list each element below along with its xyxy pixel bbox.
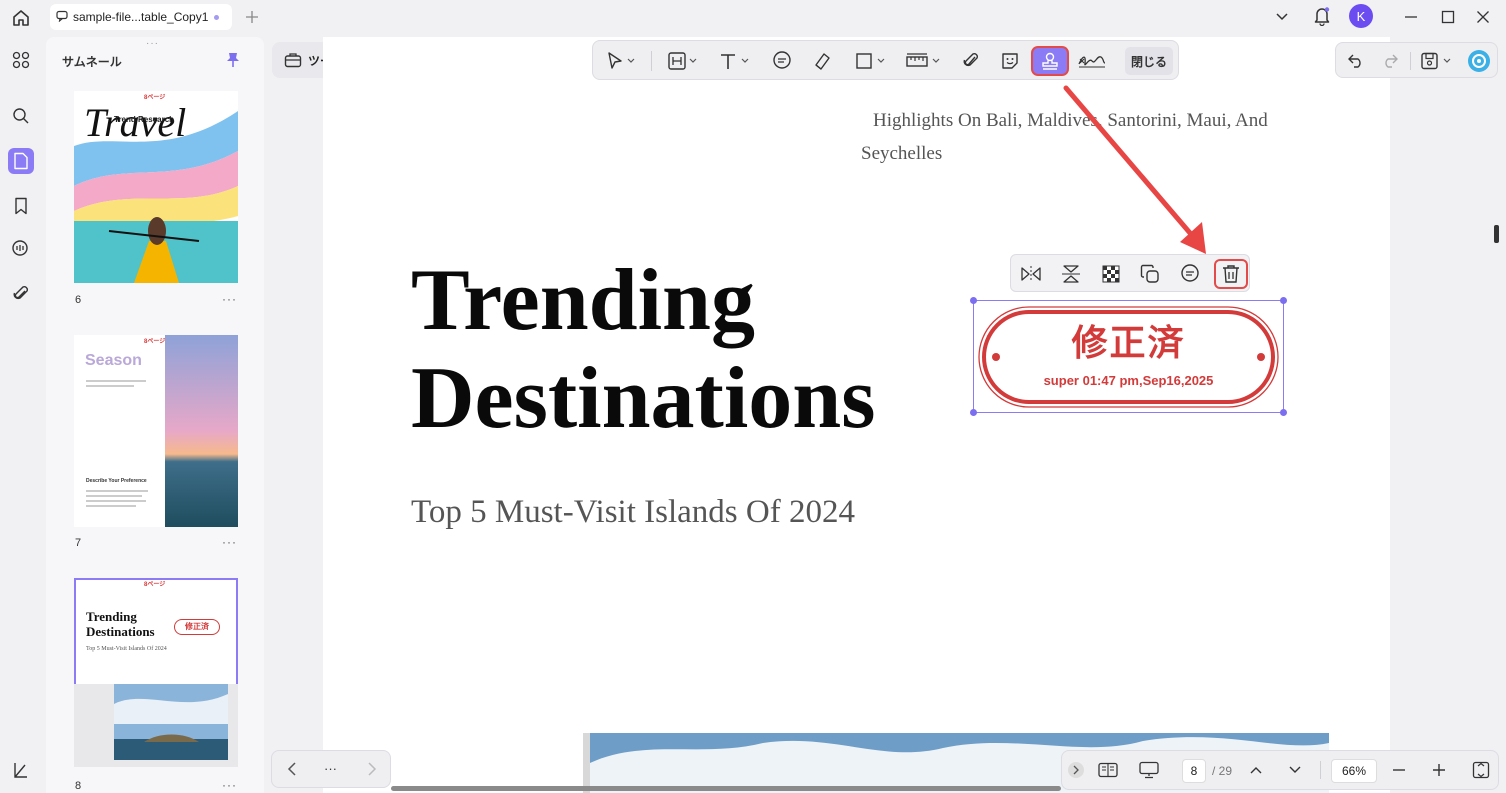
plus-icon[interactable] [242,7,262,27]
drag-handle[interactable]: ··· [146,38,159,49]
comment-icon[interactable] [1177,261,1203,287]
thumb7-number: 7 [75,537,82,549]
page-total: / 29 [1212,764,1233,778]
title-line-1: Trending [411,252,755,349]
panel-title: サムネール [62,55,122,69]
thumb8-tag: 8ページ [144,582,166,588]
search-icon[interactable] [8,103,34,129]
island-photo [114,684,228,760]
presentation-icon[interactable] [1136,759,1162,781]
comment-tool-icon[interactable] [767,48,797,74]
vertical-scrollbar[interactable] [1494,225,1499,243]
chevron-right-icon[interactable] [362,759,382,779]
arrow-annotation [1063,85,1206,254]
comments-icon[interactable] [8,236,34,262]
thumb6-subtitle: Trend Research [114,115,175,124]
thumb8-number: 8 [75,780,82,792]
ai-assistant-icon[interactable] [1466,48,1492,74]
page-icon[interactable] [8,148,34,174]
stamp-title: 修正済 [1071,322,1186,363]
page-subtitle: Top 5 Must-Visit Islands Of 2024 [411,494,855,530]
comment-icon [56,10,68,22]
horizontal-scrollbar[interactable] [391,786,1061,791]
view-controls: 8 / 29 66% [1061,750,1499,790]
chevron-down-icon[interactable] [1285,760,1305,780]
divider [1320,761,1321,779]
close-toolbar-button[interactable]: 閉じる [1125,47,1173,75]
attachment-tool-icon[interactable] [956,48,986,74]
resize-handle[interactable] [1280,409,1287,416]
minimize-icon[interactable] [1400,6,1422,28]
home-icon[interactable] [8,6,34,30]
zoom-level[interactable]: 66% [1331,759,1377,783]
chevron-up-icon[interactable] [1246,760,1266,780]
annotation-toolbar: 閉じる [592,40,1179,80]
signature-tool-icon[interactable] [1075,48,1109,74]
bookmark-icon[interactable] [8,193,34,219]
opacity-icon[interactable] [1098,261,1124,287]
select-tool-icon[interactable] [599,48,641,74]
thumb7-tag: 8ページ [144,339,166,345]
shape-tool-icon[interactable] [849,48,891,74]
delete-icon[interactable] [1216,261,1246,287]
title-line-2: Destinations [411,350,876,447]
copy-icon[interactable] [1137,261,1163,287]
thumb6-number: 6 [75,294,82,306]
avatar[interactable]: K [1349,4,1373,28]
grid-icon[interactable] [8,47,34,73]
history-toolbar [1335,42,1498,78]
toolbox-icon [284,52,302,68]
text-tool-icon[interactable] [713,48,755,74]
stamp-tool-icon[interactable] [1033,48,1067,74]
thumb8-subtitle: Top 5 Must-Visit Islands Of 2024 [86,646,167,652]
thumb8-more-button[interactable]: ··· [222,778,237,792]
text-box-tool-icon[interactable] [661,48,703,74]
divider [1410,52,1411,70]
thumb7-title: Season [85,352,142,369]
resize-handle[interactable] [1280,297,1287,304]
unsaved-dot [214,15,219,20]
attachment-icon[interactable] [8,281,34,307]
undo-icon[interactable] [1344,49,1368,73]
flip-vertical-icon[interactable] [1058,261,1084,287]
close-icon[interactable] [1472,6,1494,28]
zoom-in-icon[interactable] [1429,760,1449,780]
fit-page-icon[interactable] [1470,760,1492,780]
measure-tool-icon[interactable] [901,48,945,74]
chevron-down-icon[interactable] [1272,7,1292,27]
tab-title: sample-file...table_Copy1 [73,10,209,24]
collapse-icon[interactable] [1068,762,1084,778]
page-number-input[interactable]: 8 [1182,759,1206,783]
maximize-icon[interactable] [1437,6,1459,28]
reading-mode-icon[interactable] [1096,759,1120,781]
page-title: Trending Destinations [411,252,876,448]
resize-handle[interactable] [970,409,977,416]
thumb6-more-button[interactable]: ··· [222,292,237,306]
thumb7-heading: Describe Your Preference [86,478,147,484]
thumb8-title: Trending Destinations [86,609,155,639]
layers-icon[interactable] [8,757,34,783]
flip-horizontal-icon[interactable] [1018,261,1044,287]
bell-icon[interactable] [1311,5,1333,27]
page-nav: ··· [271,750,391,788]
resize-handle[interactable] [970,297,977,304]
pin-icon[interactable] [224,51,242,69]
thumb7-more-button[interactable]: ··· [222,535,237,549]
eraser-tool-icon[interactable] [807,48,837,74]
document-tab[interactable]: sample-file...table_Copy1 [50,4,232,30]
stamp-timestamp: super 01:47 pm,Sep16,2025 [1043,373,1214,388]
thumb6-tag: 8ページ [144,95,166,101]
chevron-left-icon[interactable] [282,759,302,779]
redo-icon[interactable] [1378,49,1402,73]
sticker-tool-icon[interactable] [995,48,1025,74]
more-button[interactable]: ··· [324,761,337,776]
zoom-out-icon[interactable] [1389,760,1409,780]
thumb8-stamp: 修正済 [174,619,220,635]
thumbnail-page-8-lower [74,684,238,767]
save-icon[interactable] [1418,49,1456,73]
